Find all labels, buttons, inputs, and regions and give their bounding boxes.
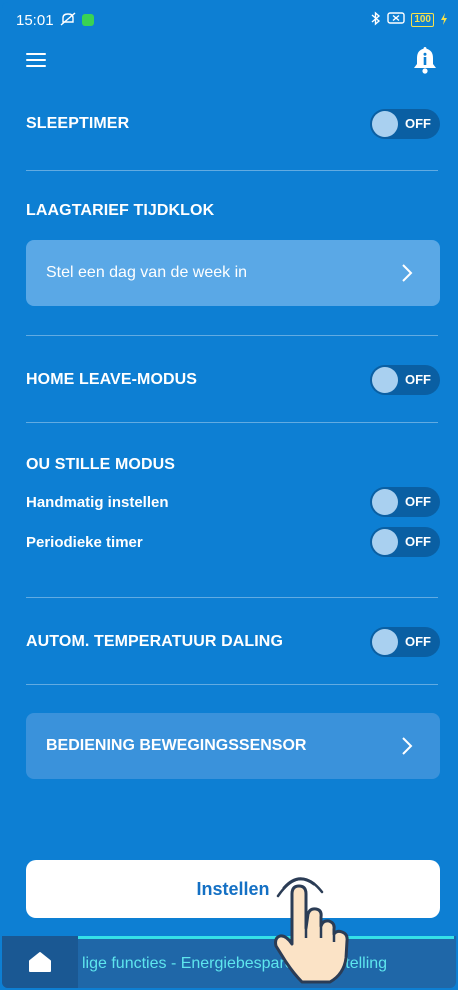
top-bar <box>2 38 456 82</box>
toggle-knob <box>372 529 398 555</box>
muted-notification-icon <box>60 11 76 29</box>
toggle-state: OFF <box>405 534 431 549</box>
weekday-setting-text: Stel een dag van de week in <box>46 264 248 281</box>
home-tab[interactable] <box>2 936 78 988</box>
toggle-state: OFF <box>405 116 431 131</box>
home-leave-toggle[interactable]: OFF <box>370 365 440 395</box>
toggle-knob <box>372 629 398 655</box>
toggle-knob <box>372 367 398 393</box>
active-indicator <box>78 936 454 939</box>
manual-setting-row: Handmatig instellen OFF <box>26 487 440 517</box>
manual-setting-toggle[interactable]: OFF <box>370 487 440 517</box>
toggle-knob <box>372 489 398 515</box>
periodic-timer-row: Periodieke timer OFF <box>26 527 440 557</box>
toggle-state: OFF <box>405 494 431 509</box>
bell-info-icon[interactable] <box>410 45 440 75</box>
home-leave-row: HOME LEAVE-MODUS OFF <box>26 365 440 395</box>
tap-hand-icon <box>274 877 349 984</box>
status-bar: 15:01 100 <box>2 2 456 38</box>
sleeptimer-label: SLEEPTIMER <box>26 115 130 132</box>
app-notification-icon <box>81 14 94 26</box>
ou-stille-header: OU STILLE MODUS <box>26 455 440 475</box>
hamburger-icon[interactable] <box>26 53 46 67</box>
instellen-button-label: Instellen <box>196 878 270 899</box>
instellen-button[interactable]: Instellen <box>26 860 440 918</box>
chevron-right-icon <box>402 264 413 282</box>
periodic-timer-label: Periodieke timer <box>26 533 143 551</box>
home-icon <box>29 952 51 972</box>
motion-sensor-card[interactable]: BEDIENING BEWEGINGSSENSOR <box>26 713 440 779</box>
home-leave-label: HOME LEAVE-MODUS <box>26 371 198 388</box>
motion-sensor-text: BEDIENING BEWEGINGSSENSOR <box>46 737 307 754</box>
settings-list: SLEEPTIMER OFF LAAGTARIEF TIJDKLOK Stel … <box>2 98 456 779</box>
autom-temp-label: AUTOM. TEMPERATUUR DALING <box>26 633 284 650</box>
laagtarief-row: LAAGTARIEF TIJDKLOK <box>26 201 440 221</box>
weekday-setting-card[interactable]: Stel een dag van de week in <box>26 240 440 306</box>
periodic-timer-toggle[interactable]: OFF <box>370 527 440 557</box>
sleeptimer-toggle[interactable]: OFF <box>370 109 440 139</box>
ou-stille-label: OU STILLE MODUS <box>26 456 176 473</box>
app-screen: 15:01 100 SLEEPTIMER OFF LAAGTARIEF TIJD… <box>2 2 456 988</box>
toggle-state: OFF <box>405 634 431 649</box>
autom-temp-toggle[interactable]: OFF <box>370 627 440 657</box>
sleeptimer-row: SLEEPTIMER OFF <box>26 98 440 150</box>
chevron-right-icon <box>402 737 413 755</box>
divider <box>26 335 438 336</box>
divider <box>26 684 438 685</box>
autom-temp-row: AUTOM. TEMPERATUUR DALING OFF <box>26 627 440 657</box>
divider <box>26 170 438 171</box>
toggle-knob <box>372 111 398 137</box>
divider <box>26 422 438 423</box>
manual-setting-label: Handmatig instellen <box>26 493 169 511</box>
bottom-nav: lige functies - Energiebesparende instel… <box>2 936 456 988</box>
bluetooth-icon <box>371 10 381 30</box>
status-time: 15:01 <box>16 11 54 29</box>
charging-icon <box>440 12 448 29</box>
battery-icon: 100 <box>411 13 434 27</box>
laagtarief-label: LAAGTARIEF TIJDKLOK <box>26 202 215 219</box>
sim-off-icon <box>387 11 406 29</box>
toggle-state: OFF <box>405 372 431 387</box>
divider <box>26 597 438 598</box>
